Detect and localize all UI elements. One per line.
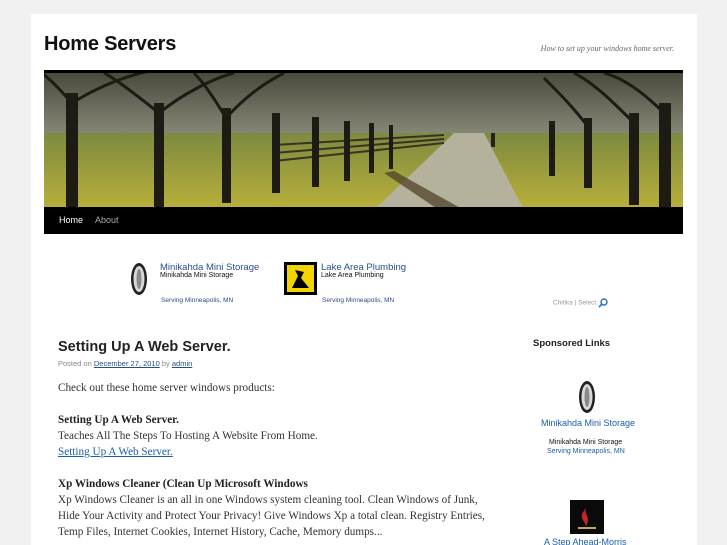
post-date-link[interactable]: December 27, 2010 bbox=[94, 359, 160, 368]
top-ad-subtitle: Minikahda Mini Storage bbox=[160, 272, 234, 279]
search-icon[interactable] bbox=[598, 298, 608, 308]
nav-item-home[interactable]: Home bbox=[59, 207, 83, 234]
storage-logo-icon bbox=[131, 263, 147, 295]
header-banner-image bbox=[44, 70, 683, 210]
product-description: Teaches All The Steps To Hosting A Websi… bbox=[58, 430, 318, 442]
nav-item-about[interactable]: About bbox=[95, 207, 119, 234]
top-ad-location[interactable]: Serving Minneapolis, MN bbox=[322, 297, 394, 304]
top-ad-location[interactable]: Serving Minneapolis, MN bbox=[161, 297, 233, 304]
main-navigation: Home About bbox=[44, 207, 683, 234]
yellow-pages-logo-icon bbox=[284, 262, 317, 295]
product-description: Xp Windows Cleaner is an all in one Wind… bbox=[58, 494, 485, 538]
by-label: by bbox=[161, 359, 170, 368]
product-link[interactable]: Setting Up A Web Server. bbox=[58, 446, 173, 458]
sidebar-title: Sponsored Links bbox=[533, 338, 611, 349]
post-title[interactable]: Setting Up A Web Server. bbox=[58, 339, 231, 355]
site-tagline: How to set up your windows home server. bbox=[540, 44, 674, 53]
post-intro: Check out these home server windows prod… bbox=[58, 382, 275, 394]
post-meta: Posted on December 27, 2010 by admin bbox=[58, 359, 192, 368]
storage-logo-icon bbox=[579, 381, 595, 413]
product-heading: Setting Up A Web Server. bbox=[58, 414, 179, 426]
posted-on-label: Posted on bbox=[58, 359, 92, 368]
sidebar-ad-location[interactable]: Serving Minneapolis, MN bbox=[547, 448, 625, 455]
step-ahead-logo-icon bbox=[570, 500, 604, 534]
site-title[interactable]: Home Servers bbox=[44, 33, 176, 56]
post-author-link[interactable]: admin bbox=[172, 359, 192, 368]
page: Home Servers How to set up your windows … bbox=[31, 14, 697, 545]
product-heading: Xp Windows Cleaner (Clean Up Microsoft W… bbox=[58, 478, 308, 490]
sidebar-ad-subtitle: Minikahda Mini Storage bbox=[549, 439, 623, 446]
sidebar-ad-title[interactable]: Minikahda Mini Storage bbox=[541, 418, 635, 428]
top-ad-subtitle: Lake Area Plumbing bbox=[321, 272, 384, 279]
sidebar-ad-title[interactable]: A Step Ahead-Morris bbox=[544, 537, 627, 545]
post-content: Check out these home server windows prod… bbox=[58, 380, 498, 540]
chitika-label[interactable]: Chitika | Select bbox=[553, 298, 608, 308]
chitika-text: Chitika | Select bbox=[553, 299, 597, 307]
